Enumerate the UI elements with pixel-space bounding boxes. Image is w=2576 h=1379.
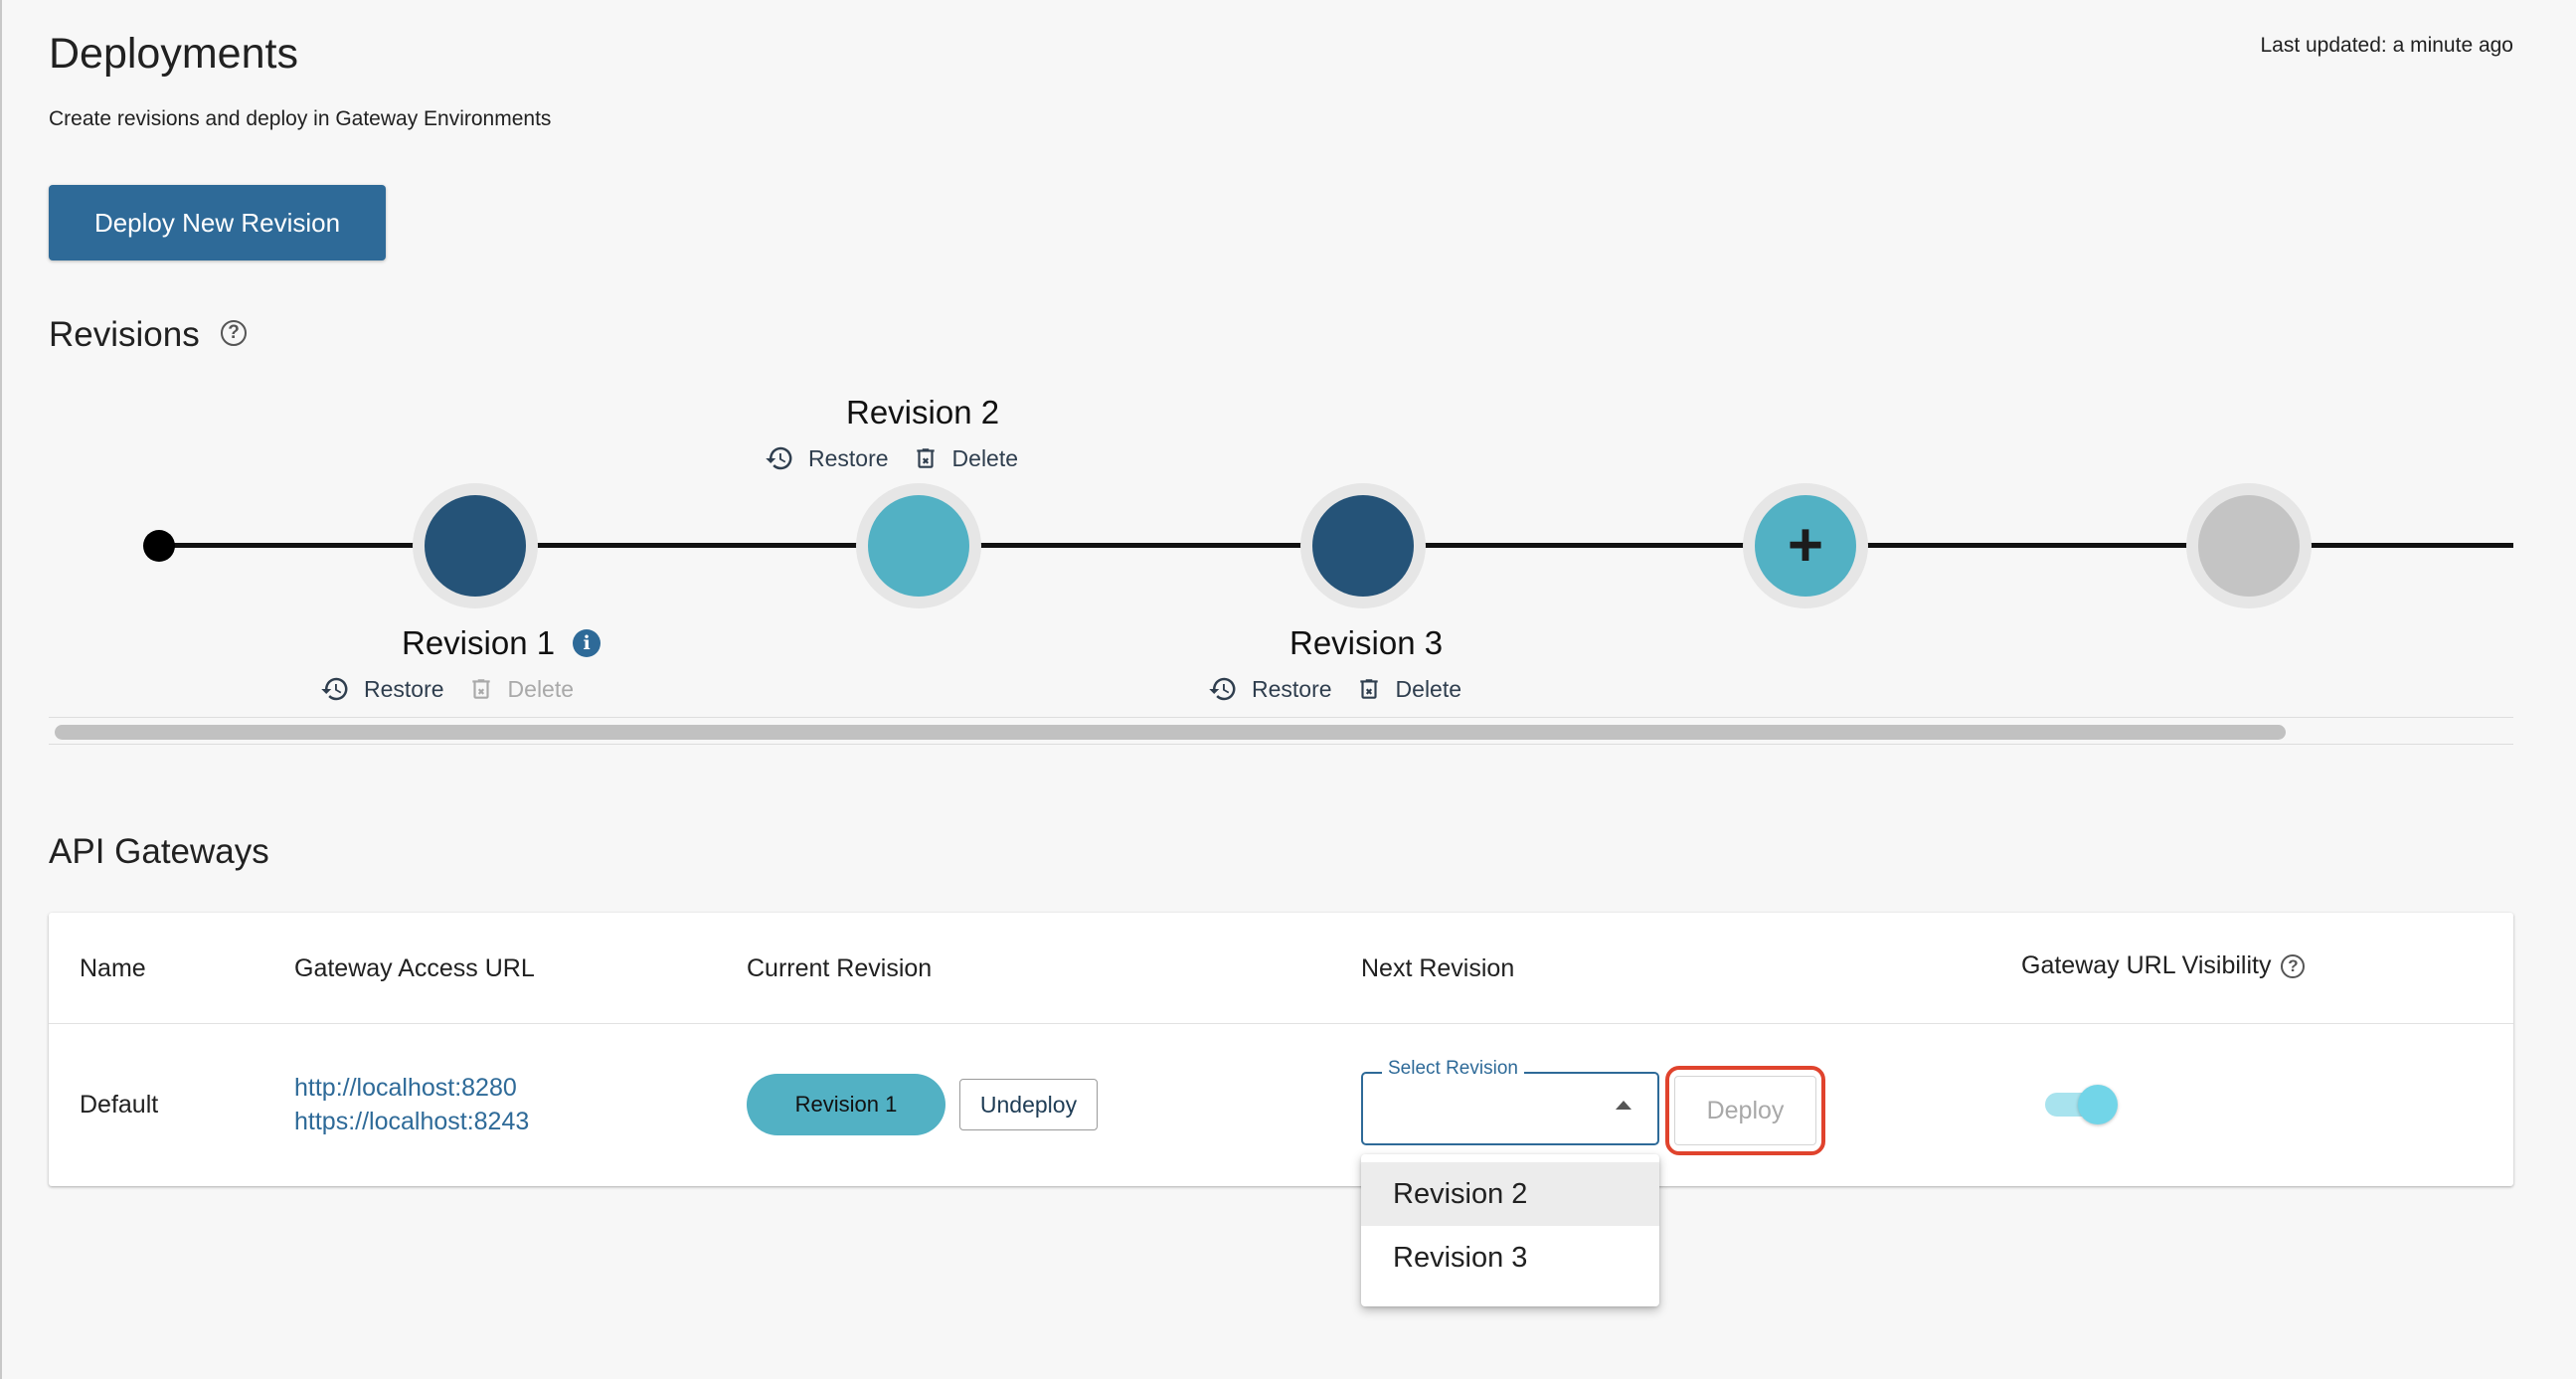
add-revision-node[interactable]: +	[1743, 483, 1868, 608]
revision-node-core	[1312, 495, 1414, 597]
gateway-http-url-link[interactable]: http://localhost:8280	[294, 1071, 529, 1105]
revision-2-label: Revision 2	[846, 394, 999, 431]
revision-1-node[interactable]	[413, 483, 538, 608]
timeline-start-dot	[143, 530, 175, 562]
deploy-button[interactable]: Deploy	[1674, 1076, 1816, 1145]
column-header-next-revision: Next Revision	[1361, 954, 1515, 982]
revision-1-actions: Restore Delete	[320, 674, 598, 704]
caret-up-icon[interactable]	[1616, 1101, 1631, 1110]
delete-revision-1-button: Delete	[468, 674, 574, 704]
revision-2-node[interactable]	[856, 483, 981, 608]
revision-3-label: Revision 3	[1289, 624, 1443, 662]
restore-history-icon	[1209, 677, 1236, 701]
revision-2-actions: Restore Delete	[765, 443, 1042, 473]
undeploy-button[interactable]: Undeploy	[959, 1079, 1098, 1130]
restore-history-icon	[321, 677, 348, 701]
restore-label: Restore	[808, 444, 889, 471]
option-revision-3[interactable]: Revision 3	[1361, 1226, 1659, 1290]
empty-revision-slot-node	[2186, 483, 2312, 608]
restore-history-icon	[766, 446, 792, 470]
revisions-title: Revisions	[49, 315, 200, 354]
delete-bin-icon	[1359, 679, 1378, 699]
column-header-gateway-url: Gateway Access URL	[294, 954, 535, 982]
timeline-scrollbar-thumb[interactable]	[55, 725, 2286, 740]
restore-revision-3-button[interactable]: Restore	[1208, 674, 1332, 704]
revision-node-core	[425, 495, 526, 597]
api-gateways-title: API Gateways	[49, 832, 269, 871]
column-header-name: Name	[80, 954, 146, 982]
select-revision-label: Select Revision	[1382, 1058, 1524, 1080]
revision-3-actions: Restore Delete	[1208, 674, 1485, 704]
delete-label: Delete	[1395, 675, 1462, 702]
question-circle-icon[interactable]: ?	[221, 320, 247, 346]
delete-label: Delete	[507, 675, 575, 702]
revision-options-menu: Revision 2 Revision 3	[1361, 1154, 1659, 1306]
restore-revision-1-button[interactable]: Restore	[320, 674, 444, 704]
gateway-url-cell: http://localhost:8280 https://localhost:…	[294, 1071, 529, 1138]
revision-3-node[interactable]	[1300, 483, 1426, 608]
column-header-current-revision: Current Revision	[747, 954, 933, 982]
revision-1-label: Revision 1 i	[402, 624, 601, 662]
left-border	[0, 0, 2, 1379]
question-circle-icon[interactable]: ?	[2281, 953, 2306, 978]
delete-bin-icon	[916, 448, 935, 468]
delete-revision-2-button[interactable]: Delete	[913, 443, 1018, 473]
restore-label: Restore	[1252, 675, 1332, 702]
last-updated-text: Last updated: a minute ago	[2260, 34, 2513, 57]
info-icon[interactable]: i	[573, 629, 601, 657]
delete-bin-icon	[471, 679, 490, 699]
deploy-new-revision-button[interactable]: Deploy New Revision	[49, 185, 386, 260]
delete-revision-3-button[interactable]: Delete	[1356, 674, 1461, 704]
table-header-divider	[49, 1023, 2513, 1024]
restore-revision-2-button[interactable]: Restore	[765, 443, 889, 473]
revision-node-core	[868, 495, 969, 597]
revision-node-core	[2198, 495, 2300, 597]
delete-label: Delete	[951, 444, 1019, 471]
column-header-url-visibility: Gateway URL Visibility ?	[2021, 951, 2306, 980]
page-subtitle: Create revisions and deploy in Gateway E…	[49, 107, 552, 130]
current-revision-chip: Revision 1	[747, 1074, 945, 1135]
url-visibility-toggle-thumb[interactable]	[2078, 1085, 2118, 1124]
revision-label-text: Revision 3	[1289, 624, 1444, 661]
column-header-label: Gateway URL Visibility	[2021, 951, 2272, 979]
gateway-https-url-link[interactable]: https://localhost:8243	[294, 1105, 529, 1138]
add-revision-node-core: +	[1755, 495, 1856, 597]
restore-label: Restore	[364, 675, 444, 702]
revision-label-text: Revision 1	[402, 624, 556, 661]
gateway-name-cell: Default	[80, 1091, 159, 1119]
option-revision-2[interactable]: Revision 2	[1361, 1162, 1659, 1226]
revision-label-text: Revision 2	[846, 394, 1000, 431]
page-title: Deployments	[49, 30, 298, 78]
select-revision-dropdown[interactable]	[1361, 1072, 1659, 1145]
plus-icon: +	[1787, 511, 1824, 580]
